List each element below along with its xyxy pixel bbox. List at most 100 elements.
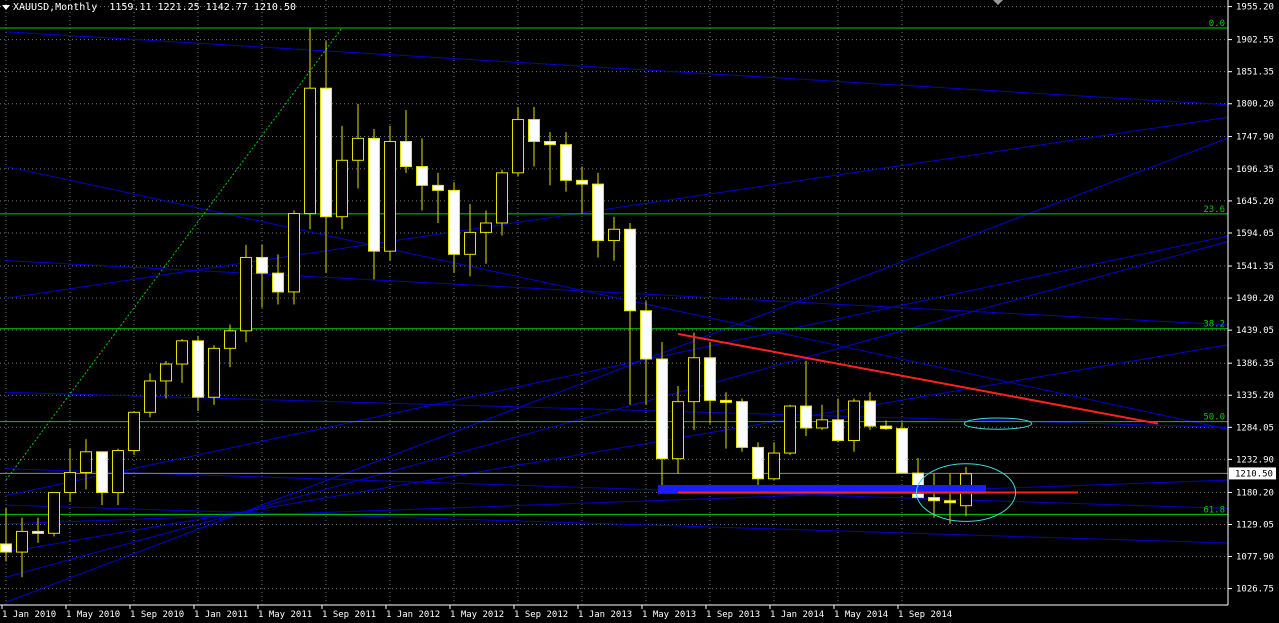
time-tick-label: 1 Jan 2014: [770, 610, 824, 620]
channel-line: [5, 504, 1228, 544]
candle-bull: [672, 401, 684, 460]
candle-bull: [112, 450, 124, 494]
candle-bear: [544, 140, 556, 146]
time-tick-label: 1 May 2011: [258, 610, 312, 620]
highlight-ellipse: [963, 417, 1033, 430]
channel-line: [5, 31, 1228, 106]
price-tick-label: 1232.90: [1236, 455, 1274, 465]
chart-window: 0.0 23.6 38.2 50.0 61.8 1026.75 1077.90 1129.0…: [0, 0, 1279, 623]
candle-bear: [592, 183, 604, 242]
candle-bear: [448, 189, 460, 255]
candle-bear: [320, 87, 332, 218]
fib-level-label: 0.0: [1209, 19, 1225, 29]
chart-shift-marker-icon: [993, 0, 1003, 5]
candle-bear: [624, 228, 636, 312]
price-tick-label: 1026.75: [1236, 585, 1274, 595]
dropdown-triangle-icon[interactable]: [2, 4, 10, 10]
time-tick-label: 1 May 2012: [450, 610, 504, 620]
candle-bull: [208, 347, 220, 398]
candle-bull: [224, 330, 236, 349]
resistance-line: [677, 332, 1159, 425]
price-tick-label: 1955.20: [1236, 3, 1274, 13]
price-tick-label: 1077.90: [1236, 553, 1274, 563]
candle-bull: [80, 451, 92, 473]
price-tick-label: 1335.20: [1236, 391, 1274, 401]
candle-bear: [928, 497, 940, 502]
candle-bear: [0, 543, 12, 553]
candle-bear: [192, 340, 204, 398]
price-tick-label: 1696.35: [1236, 165, 1274, 175]
time-tick-label: 1 May 2010: [66, 610, 120, 620]
chart-header[interactable]: XAUUSD,Monthly 1159.11 1221.25 1142.77 1…: [2, 2, 296, 14]
price-tick-label: 1439.05: [1236, 326, 1274, 336]
candle-bear: [800, 405, 812, 429]
price-tick-label: 1284.05: [1236, 423, 1274, 433]
candle-bull: [496, 172, 508, 224]
candle-bear: [720, 399, 732, 403]
candle-bear: [656, 358, 668, 460]
fib-level-label: 50.0: [1203, 413, 1225, 423]
candle-bull: [128, 411, 140, 452]
candle-bear: [96, 451, 108, 494]
candle-bull: [240, 256, 252, 332]
candle-bull: [464, 231, 476, 255]
candle-bear: [736, 401, 748, 448]
candle-bear: [752, 446, 764, 480]
ohlc-label: 1159.11 1221.25 1142.77 1210.50: [109, 2, 296, 13]
candle-bull: [784, 405, 796, 454]
candle-bear: [256, 256, 268, 274]
candle-bear: [400, 140, 412, 168]
price-tick-label: 1851.35: [1236, 68, 1274, 78]
candle-bull: [288, 213, 300, 293]
candle-bull: [160, 363, 172, 382]
candle-bear: [416, 166, 428, 186]
candle-bull: [512, 119, 524, 174]
time-tick-label: 1 Sep 2014: [898, 610, 952, 620]
candle-bull: [64, 471, 76, 494]
candle-bear: [704, 357, 716, 401]
candle-bull: [144, 380, 156, 413]
candle-bear: [432, 184, 444, 191]
price-chart[interactable]: 0.0 23.6 38.2 50.0 61.8 1026.75 1077.90 1129.0…: [0, 0, 1279, 623]
candle-bull: [16, 530, 28, 553]
candle-bear: [528, 119, 540, 142]
time-tick-label: 1 Jan 2012: [386, 610, 440, 620]
candle-bull: [768, 452, 780, 480]
candle-bear: [368, 137, 380, 252]
time-tick-label: 1 Sep 2010: [130, 610, 184, 620]
candle-bear: [944, 500, 956, 504]
price-tick-label: 1645.20: [1236, 197, 1274, 207]
candle-bear: [32, 530, 44, 534]
candle-bull: [352, 137, 364, 161]
candle-bear: [864, 400, 876, 427]
last-price-label: 1210.50: [1235, 469, 1273, 479]
fib-level-label: 23.6: [1203, 205, 1225, 215]
candle-bull: [816, 419, 828, 429]
candle-bull: [848, 400, 860, 442]
candle-bull: [336, 159, 348, 218]
time-tick-label: 1 Jan 2013: [578, 610, 632, 620]
time-axis: 1 Jan 2010 1 May 2010 1 Sep 2010 1 Jan 2011…: [0, 604, 1228, 620]
trendlines: [0, 27, 1228, 603]
price-tick-label: 1747.90: [1236, 133, 1274, 143]
time-tick-label: 1 Sep 2011: [322, 610, 376, 620]
time-tick-label: 1 Jan 2011: [194, 610, 248, 620]
price-tick-label: 1594.05: [1236, 229, 1274, 239]
price-tick-label: 1386.35: [1236, 359, 1274, 369]
channel-line: [5, 166, 1228, 430]
candle-bull: [608, 228, 620, 242]
time-tick-label: 1 May 2013: [642, 610, 696, 620]
price-tick-label: 1490.20: [1236, 294, 1274, 304]
candle-bull: [176, 340, 188, 365]
candle-bear: [832, 419, 844, 442]
fib-level-label: 61.8: [1203, 505, 1225, 515]
price-tick-label: 1902.55: [1236, 36, 1274, 46]
price-tick-label: 1800.20: [1236, 100, 1274, 110]
candle-bull: [480, 222, 492, 233]
price-tick-label: 1180.20: [1236, 488, 1274, 498]
price-tick-label: 1541.35: [1236, 262, 1274, 272]
candle-bear: [576, 179, 588, 185]
time-tick-label: 1 Jan 2010: [2, 610, 56, 620]
candle-bear: [640, 310, 652, 360]
candle-bear: [272, 272, 284, 293]
